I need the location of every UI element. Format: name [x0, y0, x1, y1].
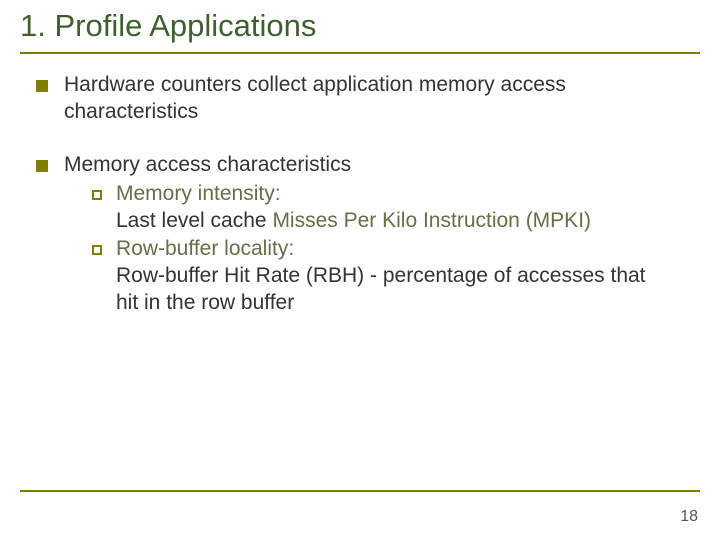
hollow-square-bullet-icon [92, 245, 102, 255]
square-bullet-icon [36, 160, 48, 172]
sub-bullet-label: Row-buffer locality: [116, 237, 294, 260]
bottom-rule [20, 490, 700, 492]
hollow-square-bullet-icon [92, 190, 102, 200]
page-number: 18 [680, 508, 698, 526]
bullet-text: Hardware counters collect application me… [64, 72, 672, 126]
slide: 1. Profile Applications Hardware counter… [0, 0, 720, 540]
sub-bullet-line-prefix: Row-buffer Hit Rate (RBH) [116, 264, 364, 287]
sub-bullet-item: Row-buffer locality: Row-buffer Hit Rate… [92, 236, 672, 317]
square-bullet-icon [36, 80, 48, 92]
sub-bullet-body: Row-buffer locality: Row-buffer Hit Rate… [116, 236, 672, 317]
content-area: Hardware counters collect application me… [0, 54, 720, 317]
sub-bullet-line-prefix: Last level cache [116, 209, 272, 232]
sub-bullet-item: Memory intensity: Last level cache Misse… [92, 181, 672, 235]
sub-bullet-line-highlight: Misses Per Kilo Instruction (MPKI) [272, 209, 591, 232]
sub-bullet-label: Memory intensity: [116, 182, 281, 205]
bullet-item: Memory access characteristics Memory int… [36, 152, 672, 317]
sub-bullet-body: Memory intensity: Last level cache Misse… [116, 181, 672, 235]
bullet-text: Memory access characteristics [64, 152, 672, 179]
slide-title: 1. Profile Applications [20, 8, 700, 44]
bullet-item: Hardware counters collect application me… [36, 72, 672, 126]
bullet-body: Memory access characteristics Memory int… [64, 152, 672, 317]
title-block: 1. Profile Applications [0, 0, 720, 50]
